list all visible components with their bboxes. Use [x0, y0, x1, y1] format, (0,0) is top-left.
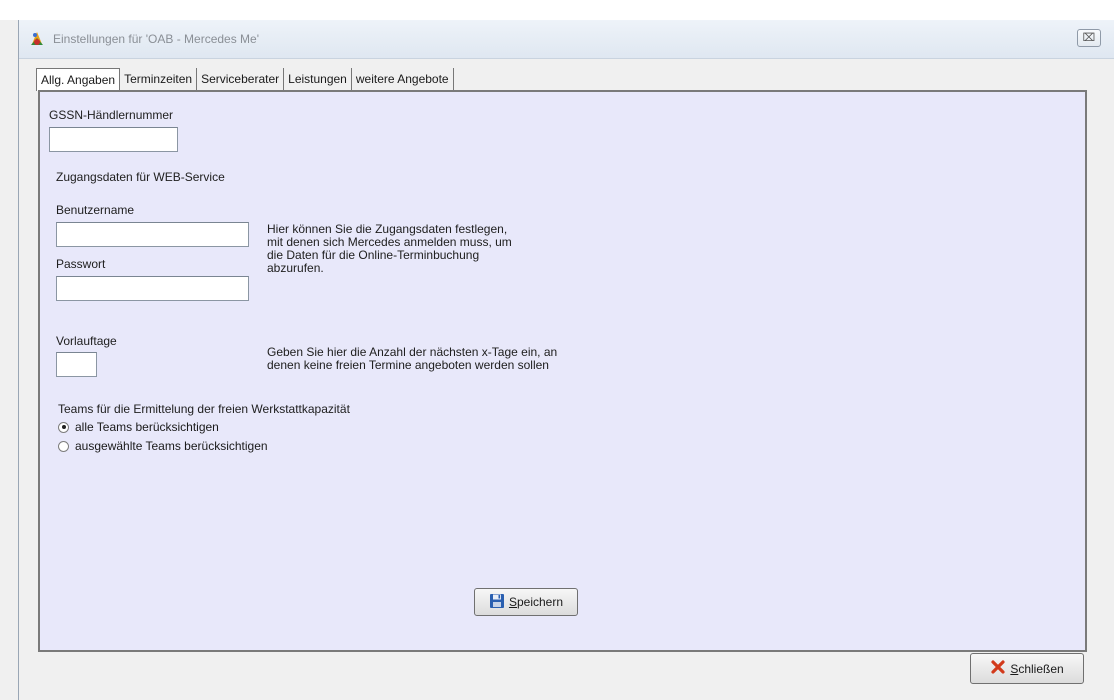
tab-terminzeiten[interactable]: Terminzeiten: [120, 68, 198, 90]
lead-days-help-text: Geben Sie hier die Anzahl der nächsten x…: [267, 346, 557, 372]
username-label: Benutzername: [56, 203, 135, 217]
webservice-heading: Zugangsdaten für WEB-Service: [56, 170, 225, 184]
save-button[interactable]: Speichern: [474, 588, 578, 616]
access-help-line: abzurufen.: [267, 261, 324, 275]
tab-serviceberater[interactable]: Serviceberater: [197, 68, 285, 90]
teams-heading: Teams für die Ermittelung der freien Wer…: [58, 402, 350, 416]
settings-panel: GSSN-Händlernummer Zugangsdaten für WEB-…: [38, 90, 1087, 652]
tab-weitere-angebote[interactable]: weitere Angebote: [352, 68, 454, 90]
radio-button[interactable]: [58, 421, 69, 433]
close-button[interactable]: Schließen: [970, 653, 1084, 684]
password-label: Passwort: [56, 257, 106, 271]
tab-bar: Allg. Angaben Terminzeiten Serviceberate…: [36, 68, 454, 91]
radio-all-teams[interactable]: alle Teams berücksichtigen: [58, 420, 219, 434]
app-logo-icon: [28, 30, 46, 48]
radio-selected-teams[interactable]: ausgewählte Teams berücksichtigen: [58, 439, 268, 453]
close-icon: ⌧: [1082, 32, 1096, 44]
red-x-icon: [990, 659, 1006, 678]
radio-button[interactable]: [58, 440, 69, 452]
save-button-label: Speichern: [508, 595, 564, 609]
screen-top-strip: [0, 0, 1114, 20]
window-close-button[interactable]: ⌧: [1077, 29, 1101, 47]
gssn-input[interactable]: [49, 127, 178, 152]
access-help-text: Hier können Sie die Zugangsdaten festleg…: [267, 223, 512, 275]
password-input[interactable]: [56, 276, 249, 301]
tab-allg-angaben[interactable]: Allg. Angaben: [36, 68, 121, 91]
tab-leistungen[interactable]: Leistungen: [284, 68, 352, 90]
window-title: Einstellungen für 'OAB - Mercedes Me': [53, 32, 260, 46]
username-input[interactable]: [56, 222, 249, 247]
lead-days-label: Vorlauftage: [56, 334, 117, 348]
radio-selected-teams-label: ausgewählte Teams berücksichtigen: [75, 439, 268, 453]
close-button-label: Schließen: [1010, 661, 1064, 676]
floppy-disk-icon: [489, 593, 505, 612]
lead-days-help-line: denen keine freien Termine angeboten wer…: [267, 358, 549, 372]
radio-all-teams-label: alle Teams berücksichtigen: [75, 420, 219, 434]
gssn-label: GSSN-Händlernummer: [49, 108, 174, 122]
lead-days-input[interactable]: [56, 352, 97, 377]
settings-window: Einstellungen für 'OAB - Mercedes Me' ⌧ …: [18, 20, 1114, 700]
title-bar: Einstellungen für 'OAB - Mercedes Me' ⌧: [19, 20, 1114, 59]
